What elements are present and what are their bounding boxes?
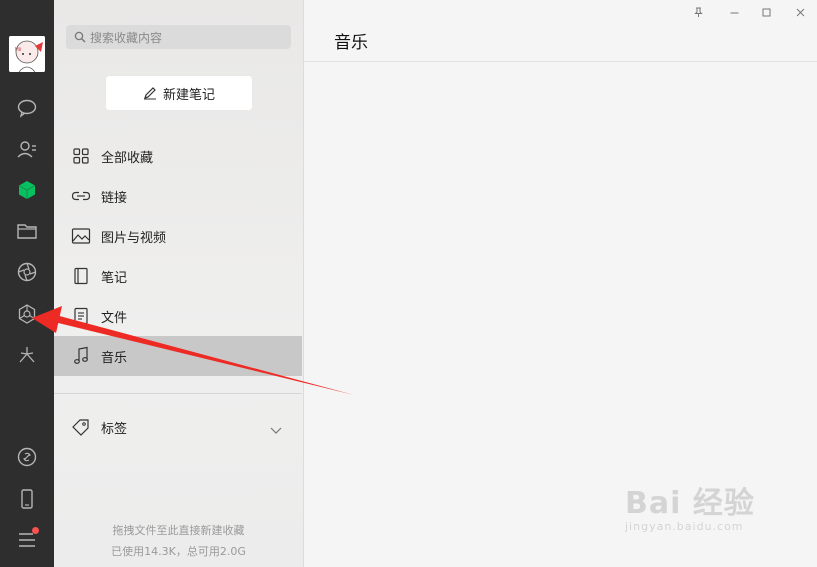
link-chain-icon xyxy=(70,185,92,207)
search-explore-icon[interactable] xyxy=(14,342,40,368)
minimize-icon[interactable] xyxy=(726,4,742,20)
grid-icon xyxy=(70,145,92,167)
moments-icon[interactable] xyxy=(14,259,40,285)
avatar[interactable]: Hii xyxy=(9,36,45,72)
phone-icon[interactable] xyxy=(14,486,40,512)
nav-images-videos[interactable]: 图片与视频 xyxy=(54,216,302,256)
close-icon[interactable] xyxy=(792,4,808,20)
pin-icon[interactable] xyxy=(690,4,706,20)
notification-badge xyxy=(32,527,39,534)
notebook-icon xyxy=(70,265,92,287)
nav-label: 笔记 xyxy=(101,270,128,286)
files-icon[interactable] xyxy=(14,218,40,244)
favorites-icon[interactable] xyxy=(14,177,40,203)
maximize-icon[interactable] xyxy=(758,4,774,20)
watermark: Bai 经验 jingyan.baidu.com xyxy=(625,478,755,533)
search-input[interactable]: 搜索收藏内容 xyxy=(90,29,162,46)
pencil-icon xyxy=(143,86,157,100)
image-icon xyxy=(70,225,92,247)
nav-label: 音乐 xyxy=(101,350,128,366)
nav-label: 图片与视频 xyxy=(101,230,167,246)
tag-icon xyxy=(70,416,92,438)
left-nav-rail: Hii xyxy=(0,0,54,567)
nav-label: 链接 xyxy=(101,190,128,206)
watermark-brand: Bai 经验 xyxy=(625,486,755,521)
mini-programs-icon[interactable] xyxy=(14,301,40,327)
watermark-url: jingyan.baidu.com xyxy=(625,520,744,533)
chevron-down-icon[interactable] xyxy=(270,420,282,439)
nav-label: 文件 xyxy=(101,310,128,326)
chat-icon[interactable] xyxy=(14,95,40,121)
document-icon xyxy=(70,305,92,327)
nav-all-favorites[interactable]: 全部收藏 xyxy=(54,136,302,176)
svg-text:Hii: Hii xyxy=(15,47,22,53)
search-icon xyxy=(70,31,90,43)
search-box[interactable]: 搜索收藏内容 xyxy=(66,25,291,49)
link-icon[interactable] xyxy=(14,444,40,470)
storage-usage: 已使用14.3K，总可用2.0G xyxy=(111,545,246,558)
nav-notes[interactable]: 笔记 xyxy=(54,256,302,296)
music-note-icon xyxy=(70,345,92,367)
nav-files[interactable]: 文件 xyxy=(54,296,302,336)
new-note-button[interactable]: 新建笔记 xyxy=(106,76,252,110)
contacts-icon[interactable] xyxy=(14,136,40,162)
title-divider xyxy=(304,61,817,62)
nav-links[interactable]: 链接 xyxy=(54,176,302,216)
nav-music[interactable]: 音乐 xyxy=(54,336,302,376)
drop-hint: 拖拽文件至此直接新建收藏 xyxy=(112,524,245,537)
new-note-label: 新建笔记 xyxy=(162,87,215,103)
divider xyxy=(54,393,302,394)
nav-label: 全部收藏 xyxy=(101,150,154,166)
page-title: 音乐 xyxy=(334,33,368,53)
tags-label: 标签 xyxy=(101,421,128,437)
favorites-panel: 搜索收藏内容 新建笔记 全部收藏 链接 图片与视频 笔记 文件 音乐 标签 拖拽… xyxy=(54,0,304,567)
tags-section[interactable]: 标签 xyxy=(54,407,302,447)
